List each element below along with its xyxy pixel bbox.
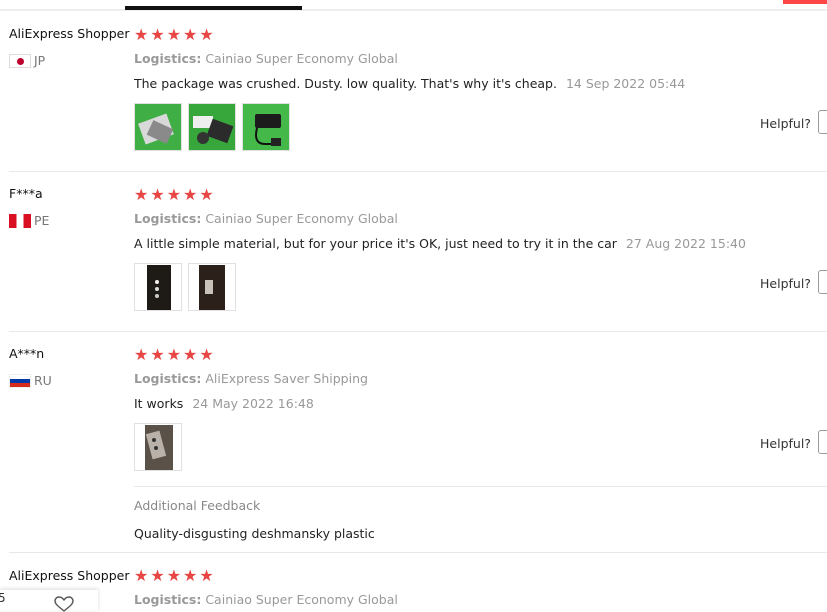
logistics-label: Logistics: xyxy=(134,371,202,386)
socket-light-icon xyxy=(205,280,213,294)
reviewer-name: A***n xyxy=(9,346,45,361)
logistics-info: Logistics: Cainiao Super Economy Global xyxy=(134,592,398,607)
review-photo-thumbnail[interactable] xyxy=(134,103,182,151)
review-photos xyxy=(134,263,236,311)
review-photo-thumbnail[interactable] xyxy=(134,263,182,311)
reviewer-name: F***a xyxy=(9,186,43,201)
helpful-label: Helpful? xyxy=(760,436,811,451)
review-divider xyxy=(9,552,827,553)
russia-flag-icon xyxy=(9,373,31,388)
product-photo-icon xyxy=(193,116,234,144)
review-body: A little simple material, but for your p… xyxy=(134,236,617,251)
review-date: 24 May 2022 16:48 xyxy=(192,396,314,411)
helpful-label: Helpful? xyxy=(760,116,811,131)
top-action-button-edge[interactable] xyxy=(783,0,827,4)
helpful-button[interactable] xyxy=(818,110,827,134)
country-code: JP xyxy=(34,53,46,68)
logistics-method: Cainiao Super Economy Global xyxy=(205,592,398,607)
peru-flag-icon xyxy=(9,213,31,228)
helpful-button[interactable] xyxy=(818,430,827,454)
product-photo-icon xyxy=(255,114,281,146)
review-photos xyxy=(134,423,182,471)
review-photo-thumbnail[interactable] xyxy=(188,263,236,311)
star-rating: ★★★★★ xyxy=(134,566,216,585)
helpful-label: Helpful? xyxy=(760,276,811,291)
heart-icon[interactable] xyxy=(54,596,74,612)
logistics-info: Logistics: AliExpress Saver Shipping xyxy=(134,371,368,386)
product-photo-icon xyxy=(138,113,174,145)
review-body: It works xyxy=(134,396,184,411)
logistics-info: Logistics: Cainiao Super Economy Global xyxy=(134,51,398,66)
additional-feedback-text: Quality-disgusting deshmansky plastic xyxy=(134,526,375,541)
reviewer-name: AliExpress Shopper xyxy=(9,568,130,583)
reviewer-country: RU xyxy=(9,373,52,388)
star-rating: ★★★★★ xyxy=(134,25,216,44)
reviewer-name: AliExpress Shopper xyxy=(9,26,130,41)
logistics-info: Logistics: Cainiao Super Economy Global xyxy=(134,211,398,226)
logistics-label: Logistics: xyxy=(134,592,202,607)
wishlist-count: 5 xyxy=(0,591,6,605)
review-photo-thumbnail[interactable] xyxy=(188,103,236,151)
additional-feedback-title: Additional Feedback xyxy=(134,498,261,513)
review-date: 27 Aug 2022 15:40 xyxy=(625,236,746,251)
floating-action-bar: 5 xyxy=(0,590,98,612)
additional-feedback-divider xyxy=(134,486,827,487)
reviewer-country: PE xyxy=(9,213,49,228)
review-text: The package was crushed. Dusty. low qual… xyxy=(134,76,685,91)
logistics-method: AliExpress Saver Shipping xyxy=(205,371,368,386)
review-date: 14 Sep 2022 05:44 xyxy=(565,76,686,91)
logistics-label: Logistics: xyxy=(134,211,202,226)
review-photos xyxy=(134,103,290,151)
helpful-button[interactable] xyxy=(818,270,827,294)
review-photo-thumbnail[interactable] xyxy=(242,103,290,151)
country-code: PE xyxy=(34,213,50,228)
review-text: A little simple material, but for your p… xyxy=(134,236,746,251)
review-divider xyxy=(9,331,827,332)
active-tab-indicator xyxy=(125,6,302,10)
review-body: The package was crushed. Dusty. low qual… xyxy=(134,76,557,91)
socket-light-icon xyxy=(155,280,159,298)
review-photo-thumbnail[interactable] xyxy=(134,423,182,471)
japan-flag-icon xyxy=(9,53,31,68)
country-code: RU xyxy=(34,373,52,388)
logistics-label: Logistics: xyxy=(134,51,202,66)
logistics-method: Cainiao Super Economy Global xyxy=(205,51,398,66)
socket-icon xyxy=(145,430,167,460)
review-text: It works 24 May 2022 16:48 xyxy=(134,396,314,411)
star-rating: ★★★★★ xyxy=(134,345,216,364)
review-divider xyxy=(9,171,827,172)
reviewer-country: JP xyxy=(9,53,45,68)
star-rating: ★★★★★ xyxy=(134,185,216,204)
logistics-method: Cainiao Super Economy Global xyxy=(205,211,398,226)
